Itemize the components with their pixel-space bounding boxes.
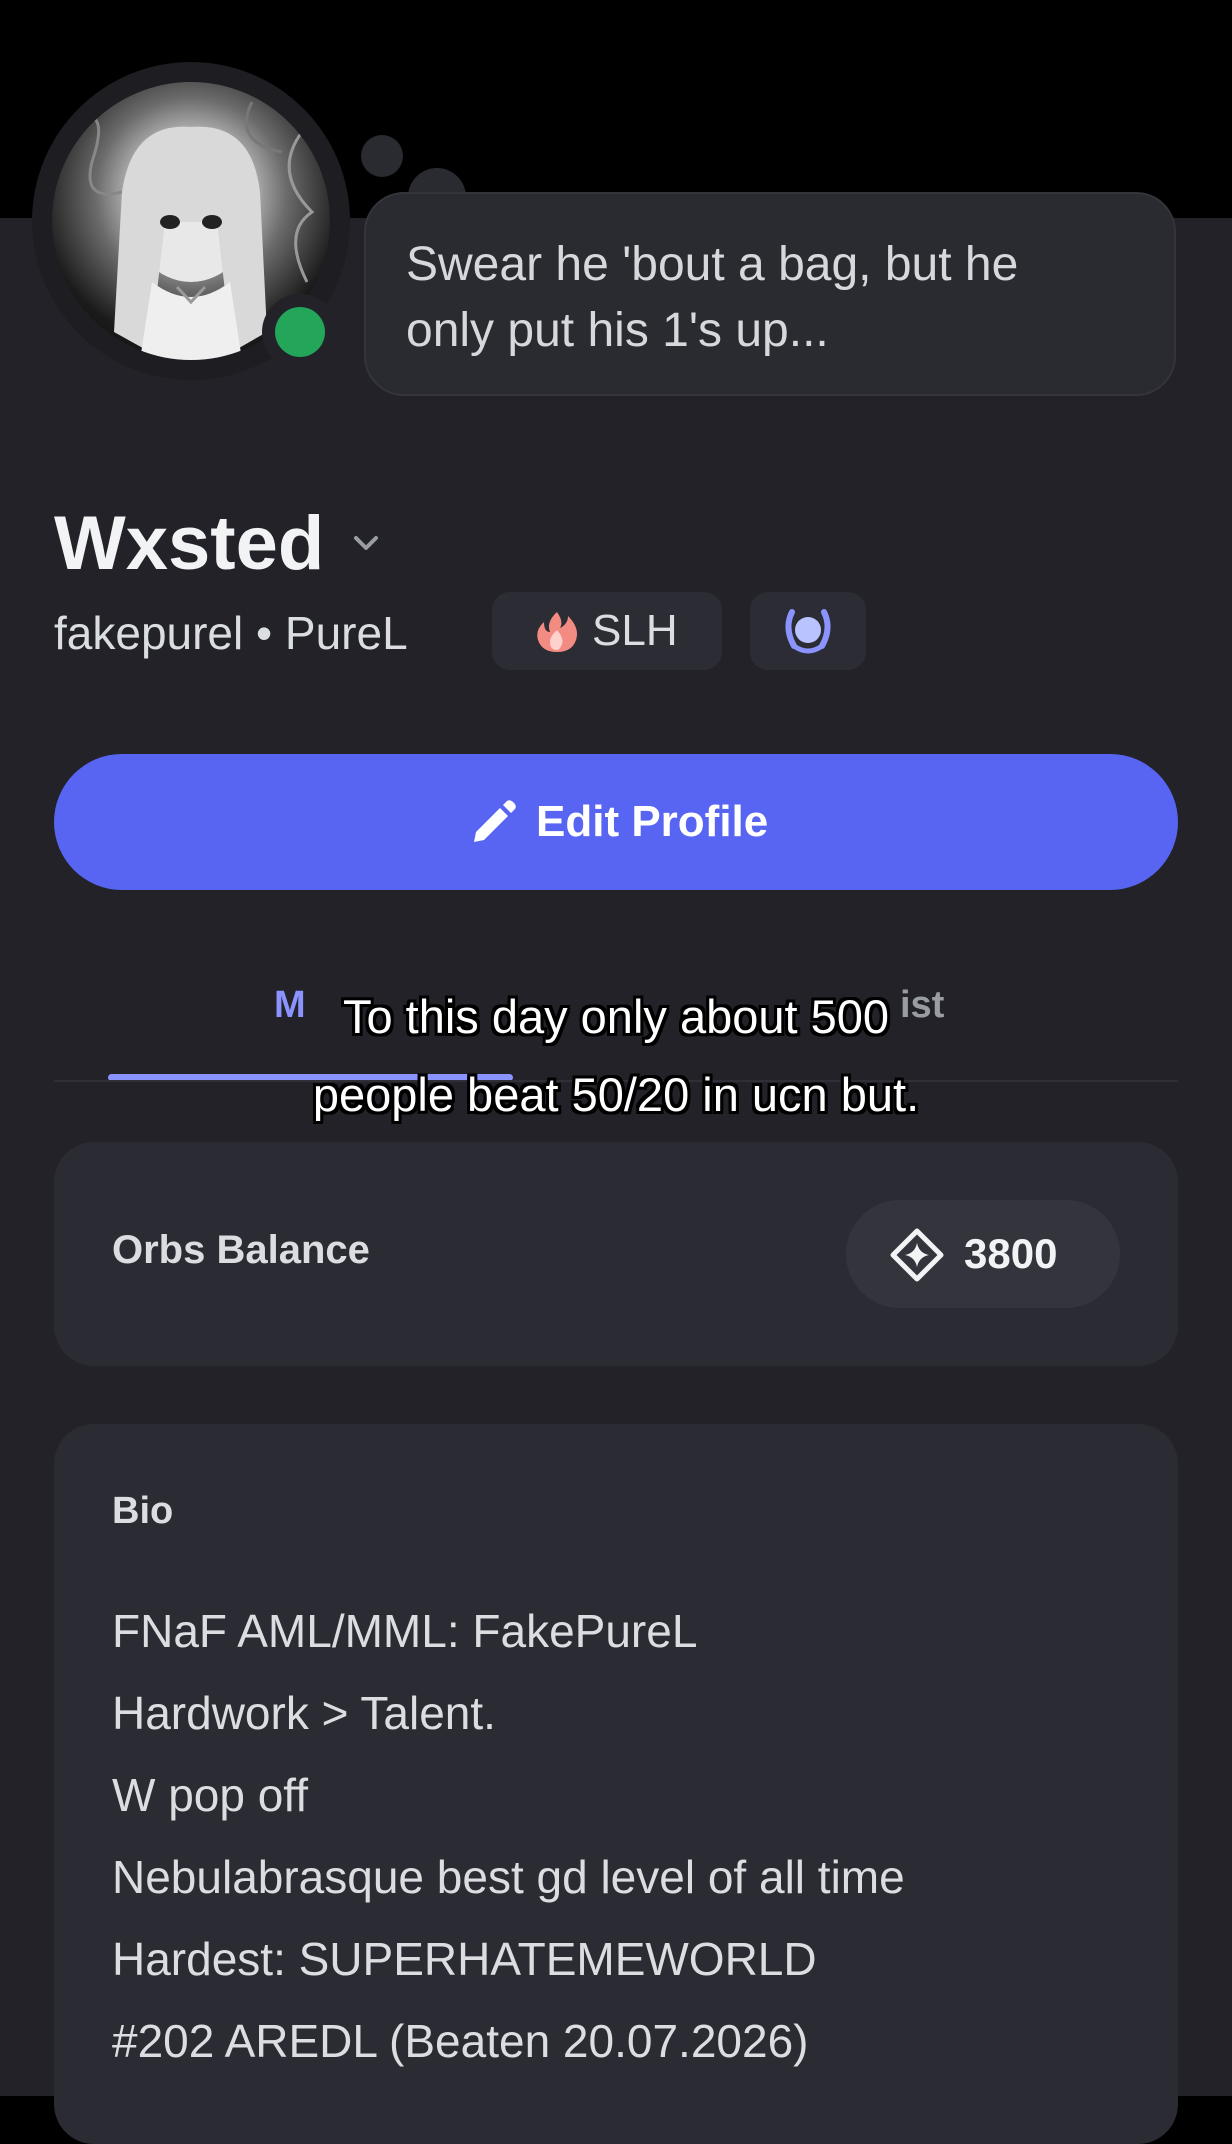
edit-profile-label: Edit Profile [536,797,769,846]
video-caption: To this day only about 500 people beat 5… [0,978,1232,1134]
chevron-down-icon[interactable] [348,525,384,561]
display-name[interactable]: Wxsted [54,500,324,588]
online-status-dot [275,307,325,357]
orbs-balance-card[interactable]: Orbs Balance 3800 [54,1142,1178,1366]
edit-profile-button[interactable]: Edit Profile [54,754,1178,890]
username-line: fakepurel • PureL [54,600,408,666]
pronouns: PureL [284,607,408,659]
caption-line-1: To this day only about 500 [342,990,890,1043]
custom-status-text: Swear he 'bout a bag, but he only put hi… [406,238,1019,357]
bio-line: Nebulabrasque best gd level of all time [112,1851,905,1903]
guild-tag-label: SLH [592,606,678,655]
bio-line: W pop off [112,1769,309,1821]
thought-bubble-dot [361,135,403,177]
orbs-balance-pill[interactable]: 3800 [846,1200,1120,1308]
bio-line: FNaF AML/MML: FakePureL [112,1605,698,1657]
profile-badge[interactable] [750,592,866,670]
pencil-icon [474,800,516,842]
bio-text: FNaF AML/MML: FakePureL Hardwork > Talen… [112,1590,905,2082]
guild-tag[interactable]: SLH [492,592,722,670]
flame-icon [537,612,577,652]
username: fakepurel [54,607,244,659]
orbs-balance-label: Orbs Balance [112,1228,370,1272]
caption-line-2: people beat 50/20 in ucn but. [312,1068,920,1121]
status-indicator [262,294,338,370]
laurel-badge-icon [785,609,831,654]
bio-card: Bio FNaF AML/MML: FakePureL Hardwork > T… [54,1424,1178,2144]
separator-dot: • [256,607,273,659]
bio-line: Hardest: SUPERHATEMEWORLD [112,1933,817,1985]
orbs-balance-value: 3800 [964,1230,1058,1277]
bio-heading: Bio [112,1490,174,1532]
custom-status-bubble[interactable]: Swear he 'bout a bag, but he only put hi… [364,192,1176,396]
bio-line: #202 AREDL (Beaten 20.07.2026) [112,2015,809,2067]
bio-line: Hardwork > Talent. [112,1687,496,1739]
orb-icon [890,1228,944,1282]
